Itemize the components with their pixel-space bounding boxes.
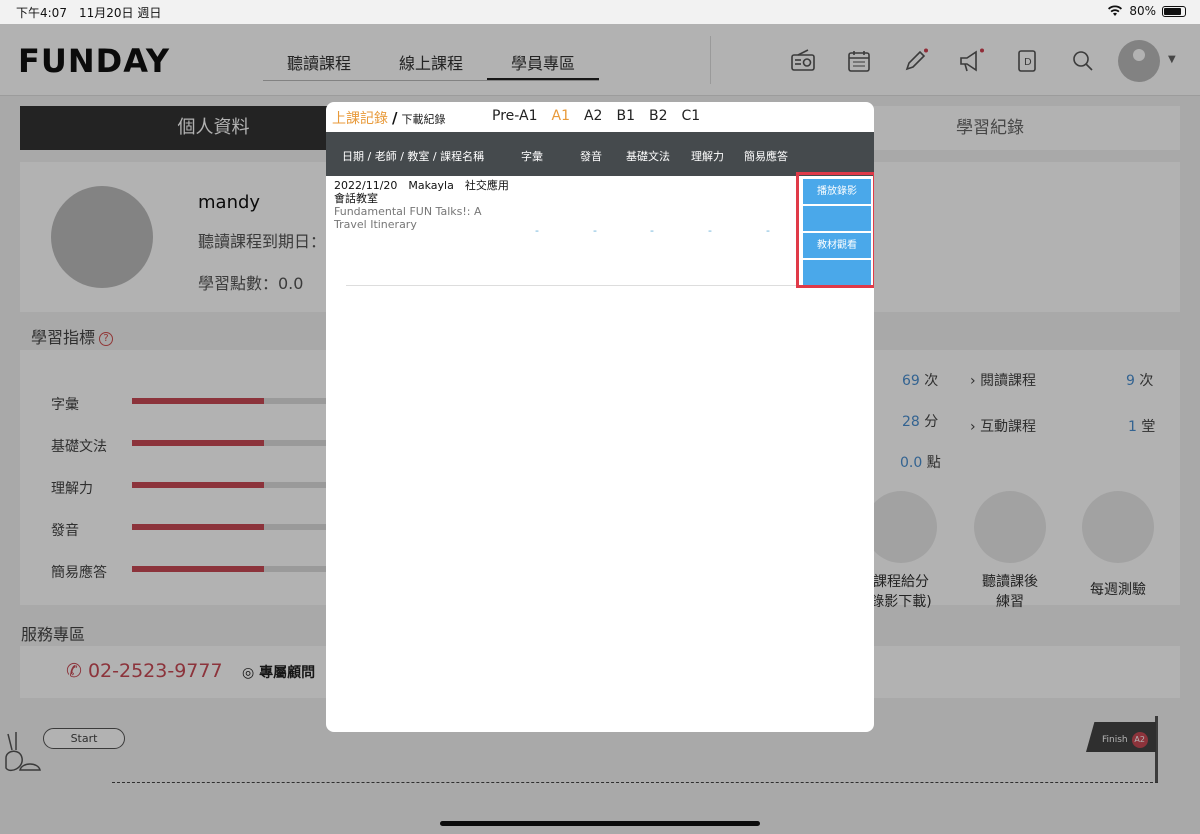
score-grammar: - <box>650 224 654 237</box>
score-pronunciation: - <box>593 224 597 237</box>
column-header: 日期 / 老師 / 教室 / 課程名稱 <box>342 150 485 163</box>
row-course-title-cont: Travel Itinerary <box>334 218 417 231</box>
row-course-title: Fundamental FUN Talks!: A <box>334 205 482 218</box>
class-record-modal: 上課記錄 / 下載紀錄 Pre-A1 A1 A2 B1 B2 C1 日期 / 老… <box>326 102 874 732</box>
blank-button[interactable] <box>803 206 871 231</box>
modal-tabs: 上課記錄 / 下載紀錄 <box>332 108 445 128</box>
column-header: 發音 <box>580 150 602 163</box>
wifi-icon <box>1108 5 1123 16</box>
status-right: 80% <box>1107 4 1186 18</box>
level-a1[interactable]: A1 <box>552 108 570 124</box>
action-buttons-highlight: 播放錄影 教材觀看 <box>796 172 874 288</box>
score-comprehension: - <box>708 224 712 237</box>
level-a2[interactable]: A2 <box>584 108 602 124</box>
column-header: 簡易應答 <box>744 150 788 163</box>
play-recording-button[interactable]: 播放錄影 <box>803 179 871 204</box>
level-b2[interactable]: B2 <box>649 108 668 124</box>
column-header: 基礎文法 <box>626 150 670 163</box>
row-room: 會話教室 <box>334 192 378 205</box>
status-bar: 下午4:07 11月20日 週日 80% <box>0 0 1200 24</box>
blank-button[interactable] <box>803 260 871 285</box>
tab-separator: / <box>392 109 398 127</box>
view-material-button[interactable]: 教材觀看 <box>803 233 871 258</box>
level-pre-a1[interactable]: Pre-A1 <box>492 108 538 124</box>
score-response: - <box>766 224 770 237</box>
score-vocabulary: - <box>535 224 539 237</box>
level-b1[interactable]: B1 <box>616 108 635 124</box>
battery-percent: 80% <box>1129 4 1156 18</box>
row-date-teacher: 2022/11/20 Makayla 社交應用 <box>334 179 509 192</box>
column-header: 字彙 <box>521 150 543 163</box>
table-header: 日期 / 老師 / 教室 / 課程名稱 字彙 發音 基礎文法 理解力 簡易應答 <box>326 132 874 176</box>
level-filter: Pre-A1 A1 A2 B1 B2 C1 <box>492 108 700 124</box>
tab-class-record[interactable]: 上課記錄 <box>332 108 388 128</box>
column-header: 理解力 <box>691 150 724 163</box>
row-divider <box>346 285 796 286</box>
tab-download-record[interactable]: 下載紀錄 <box>401 111 445 127</box>
status-time: 下午4:07 11月20日 週日 <box>16 6 162 20</box>
level-c1[interactable]: C1 <box>682 108 701 124</box>
battery-icon <box>1162 5 1186 17</box>
